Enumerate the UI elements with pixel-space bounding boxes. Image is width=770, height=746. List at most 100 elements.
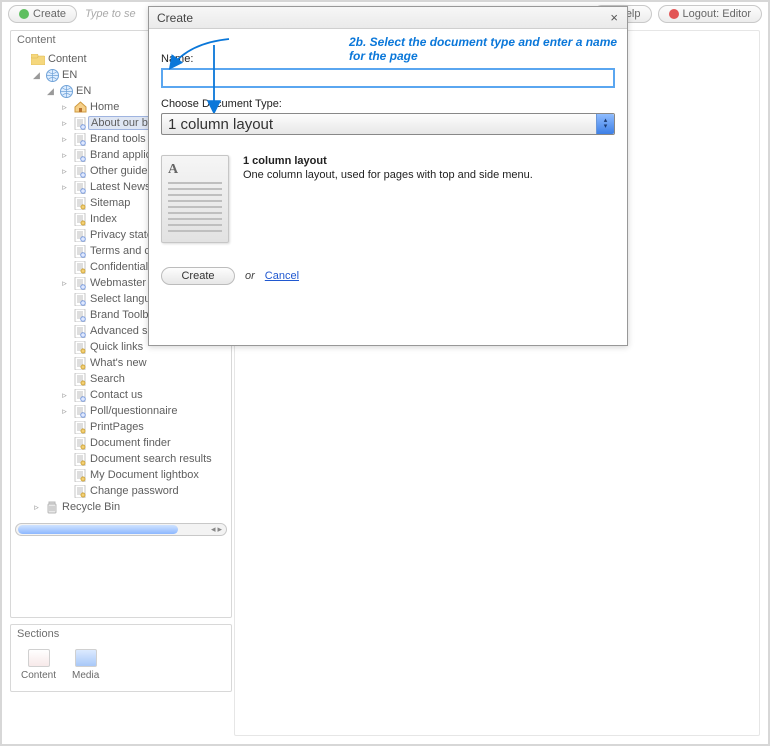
tree-label: Select langu — [90, 293, 151, 305]
doc2-icon — [73, 485, 87, 498]
tree-item[interactable]: Change password — [13, 483, 229, 499]
expand-icon[interactable]: ▹ — [59, 182, 70, 193]
expand-icon[interactable]: ▹ — [59, 150, 70, 161]
expand-icon[interactable]: ▹ — [59, 118, 70, 129]
tree-label: Change password — [90, 485, 179, 497]
home-icon — [73, 101, 87, 114]
doc2-icon — [73, 357, 87, 370]
tree-item[interactable]: ▹ Contact us — [13, 387, 229, 403]
tree-label: Latest News — [90, 181, 151, 193]
plus-icon — [19, 9, 29, 19]
create-dialog: Create × 2b. Select the document type an… — [148, 6, 628, 346]
select-stepper-icon[interactable] — [596, 114, 614, 134]
tree-item[interactable]: Document finder — [13, 435, 229, 451]
doc-icon — [73, 181, 87, 194]
tree-label: Content — [48, 53, 87, 65]
expand-icon[interactable]: ▹ — [59, 134, 70, 145]
doc-icon — [73, 309, 87, 322]
tree-item[interactable]: What's new — [13, 355, 229, 371]
tree-label: EN — [76, 85, 91, 97]
cancel-link[interactable]: Cancel — [265, 270, 299, 282]
doc2-icon — [73, 469, 87, 482]
tree-label: Webmaster — [90, 277, 146, 289]
tree-label: Poll/questionnaire — [90, 405, 177, 417]
doc2-icon — [73, 213, 87, 226]
tree-label: Advanced se — [90, 325, 154, 337]
doc2-icon — [73, 421, 87, 434]
scroll-right-icon[interactable]: ▸ — [217, 524, 222, 535]
horizontal-scrollbar[interactable]: ◂▸ — [15, 523, 227, 536]
section-content[interactable]: Content — [21, 649, 56, 681]
tree-label: Quick links — [90, 341, 143, 353]
tree-item[interactable]: Document search results — [13, 451, 229, 467]
tree-label: Home — [90, 101, 119, 113]
preview-desc: One column layout, used for pages with t… — [243, 169, 533, 181]
tree-item[interactable]: Search — [13, 371, 229, 387]
expand-icon[interactable]: ▹ — [59, 166, 70, 177]
tree-label: Privacy state — [90, 229, 153, 241]
expand-icon[interactable]: ▹ — [31, 502, 42, 513]
expand-icon[interactable]: ▹ — [59, 390, 70, 401]
doc-icon — [73, 229, 87, 242]
doc-icon — [73, 133, 87, 146]
tree-label: Other guidel — [90, 165, 150, 177]
expand-icon[interactable]: ◢ — [45, 86, 56, 97]
preview-title: 1 column layout — [243, 155, 533, 167]
tree-label: About our br — [88, 116, 155, 130]
create-pill[interactable]: Create — [8, 5, 77, 23]
doc-icon — [73, 149, 87, 162]
doc-icon — [73, 277, 87, 290]
tree-label: Brand Toolbo — [90, 309, 155, 321]
bin-icon — [45, 501, 59, 514]
doc-icon — [73, 165, 87, 178]
expand-icon[interactable]: ▹ — [59, 278, 70, 289]
tree-item[interactable]: My Document lightbox — [13, 467, 229, 483]
expand-icon[interactable]: ▹ — [59, 406, 70, 417]
tree-label: Index — [90, 213, 117, 225]
logout-icon — [669, 9, 679, 19]
scroll-left-icon[interactable]: ◂ — [211, 524, 216, 535]
or-text: or — [245, 270, 255, 282]
tree-label: Sitemap — [90, 197, 130, 209]
tree-item[interactable]: PrintPages — [13, 419, 229, 435]
doc-icon — [73, 293, 87, 306]
sections-panel: Sections Content Media — [10, 624, 232, 692]
tree-label: Document finder — [90, 437, 171, 449]
instruction-callout: 2b. Select the document type and enter a… — [349, 35, 627, 63]
doc2-icon — [73, 437, 87, 450]
globe-icon — [59, 85, 73, 98]
tree-label: My Document lightbox — [90, 469, 199, 481]
tree-label: PrintPages — [90, 421, 144, 433]
doc-icon — [73, 325, 87, 338]
section-media[interactable]: Media — [72, 649, 99, 681]
tree-label: Brand tools — [90, 133, 146, 145]
doctype-preview: A 1 column layout One column layout, use… — [161, 155, 615, 243]
doc-icon — [73, 245, 87, 258]
tree-item[interactable]: ▹ Recycle Bin — [13, 499, 229, 515]
create-button[interactable]: Create — [161, 267, 235, 285]
tree-label: Terms and co — [90, 245, 156, 257]
tree-label: Brand applic — [90, 149, 151, 161]
expand-icon[interactable]: ▹ — [59, 102, 70, 113]
doc2-icon — [73, 453, 87, 466]
expand-icon[interactable]: ◢ — [31, 70, 42, 81]
media-section-icon — [75, 649, 97, 667]
tree-item[interactable]: ▹ Poll/questionnaire — [13, 403, 229, 419]
doc2-icon — [73, 373, 87, 386]
name-input[interactable] — [161, 68, 615, 88]
globe-icon — [45, 69, 59, 82]
close-icon[interactable]: × — [607, 10, 621, 25]
doctype-value: 1 column layout — [162, 116, 596, 133]
doc-icon — [73, 405, 87, 418]
panel-title-sections: Sections — [11, 625, 231, 643]
tree-label: Confidentialit — [90, 261, 154, 273]
tree-label: Contact us — [90, 389, 143, 401]
doc2-icon — [73, 261, 87, 274]
tree-label: Recycle Bin — [62, 501, 120, 513]
tree-label: What's new — [90, 357, 147, 369]
doc-icon — [73, 117, 87, 130]
doctype-select[interactable]: 1 column layout — [161, 113, 615, 135]
tree-label: Document search results — [90, 453, 212, 465]
logout-button[interactable]: Logout: Editor — [658, 5, 763, 23]
dialog-titlebar: Create × — [149, 7, 627, 29]
